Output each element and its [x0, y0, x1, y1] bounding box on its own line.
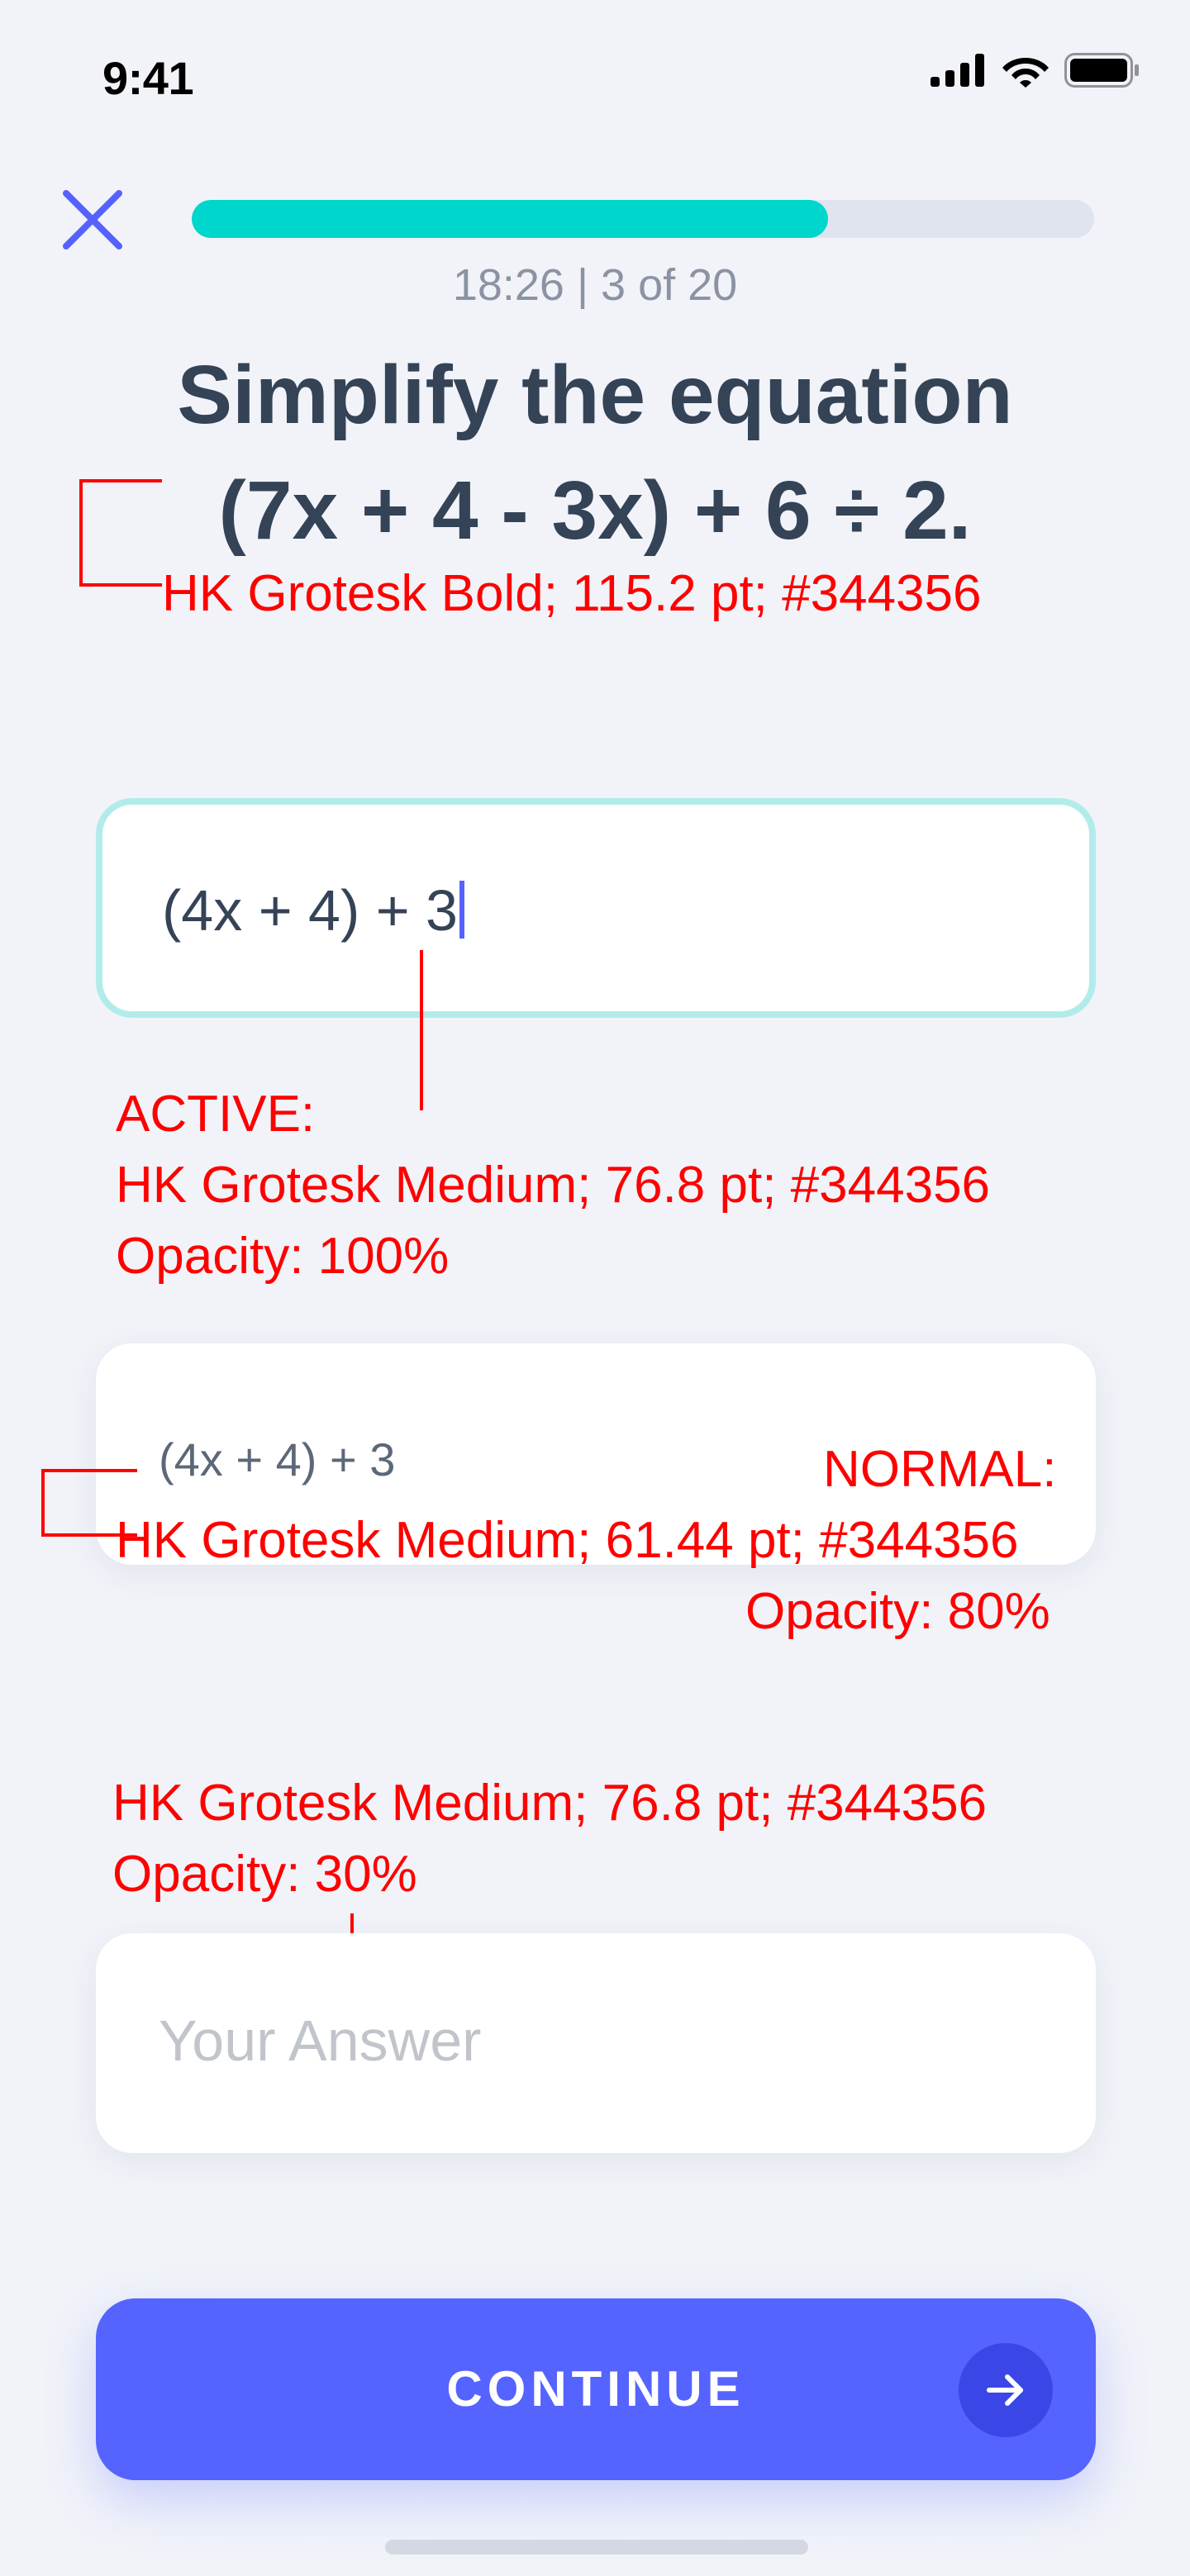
annotation-active-opacity: Opacity: 100%	[116, 1228, 450, 1285]
continue-button[interactable]: CONTINUE	[96, 2298, 1096, 2480]
question-counter: 3 of 20	[601, 260, 738, 310]
annotation-placeholder-opacity: Opacity: 30%	[112, 1846, 417, 1903]
progress-bar	[192, 200, 1094, 238]
question-title-line2: (7x + 4 - 3x) + 6 ÷ 2.	[218, 464, 972, 557]
separator: |	[576, 260, 589, 310]
answer-input-normal-value: (4x + 4) + 3	[159, 1433, 396, 1485]
wifi-icon	[1002, 58, 1049, 88]
status-icons	[931, 53, 1140, 88]
answer-input-empty[interactable]	[96, 1933, 1096, 2153]
annotation-placeholder-spec: HK Grotesk Medium; 76.8 pt; #344356	[112, 1775, 988, 1832]
timer-progress-text: 18:26 | 3 of 20	[0, 259, 1190, 311]
annotation-bracket-title-tail	[79, 583, 132, 587]
progress-fill	[192, 200, 828, 238]
answer-input-field[interactable]	[159, 1999, 985, 2082]
answer-input-active-value: (4x + 4) + 3	[162, 877, 464, 943]
status-time: 9:41	[102, 52, 194, 104]
text-caret	[459, 881, 464, 939]
annotation-active-spec: HK Grotesk Medium; 76.8 pt; #344356	[116, 1157, 991, 1214]
close-icon[interactable]	[61, 188, 124, 251]
annotation-normal-spec: HK Grotesk Medium; 61.44 pt; #344356	[116, 1512, 1019, 1569]
annotation-active-label: ACTIVE:	[116, 1086, 316, 1143]
timer: 18:26	[452, 260, 564, 310]
screen: 9:41 18:26 | 3 of 20 Simplify the equati…	[0, 0, 1190, 2576]
annotation-bracket-title	[79, 479, 162, 587]
annotation-normal-opacity: Opacity: 80%	[745, 1583, 1050, 1640]
question-title-line1: Simplify the equation	[177, 349, 1013, 441]
battery-icon	[1064, 53, 1139, 88]
arrow-right-icon	[959, 2343, 1053, 2437]
continue-button-label: CONTINUE	[446, 2361, 745, 2417]
annotation-title-spec: HK Grotesk Bold; 115.2 pt; #344356	[162, 565, 982, 622]
home-indicator	[385, 2540, 808, 2555]
annotation-normal-label: NORMAL:	[823, 1441, 1057, 1498]
answer-input-active[interactable]: (4x + 4) + 3	[96, 798, 1096, 1018]
signal-icon	[931, 54, 984, 87]
annotation-line-active	[420, 950, 423, 1110]
